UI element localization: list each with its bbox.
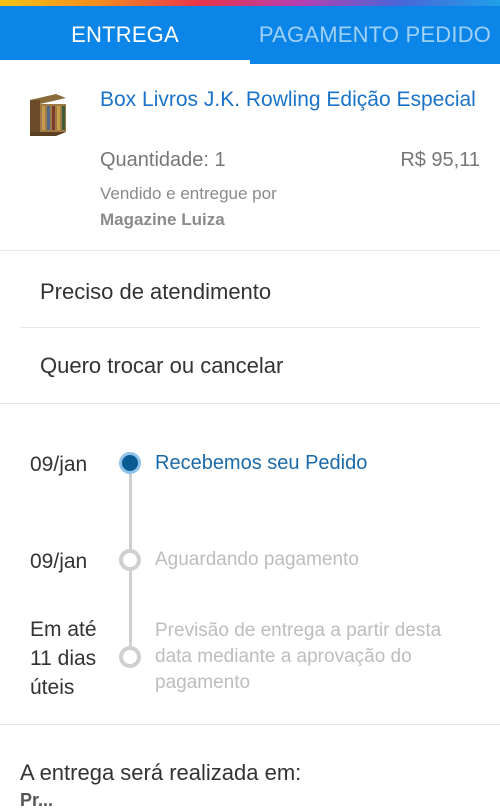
timeline-step-label: Aguardando pagamento: [155, 549, 359, 570]
step-pending-dot: [119, 646, 141, 668]
divider: [20, 327, 480, 328]
timeline-date-line: Em até: [30, 618, 97, 641]
delivery-heading: A entrega será realizada em:: [20, 760, 302, 785]
timeline-step-label: Recebemos seu Pedido: [155, 452, 368, 474]
timeline-date: 09/jan: [30, 550, 88, 573]
tab-pagamento-pedido[interactable]: PAGAMENTO PEDIDO: [250, 6, 500, 64]
product-price: R$ 95,11: [400, 149, 480, 171]
delivery-address: Pr...: [20, 790, 54, 810]
tab-entrega[interactable]: ENTREGA: [0, 6, 250, 64]
divider: [0, 724, 500, 725]
seller-label: Vendido e entregue por: [100, 184, 277, 203]
need-support-option[interactable]: Preciso de atendimento: [40, 279, 271, 305]
step-done-dot: [119, 452, 141, 474]
timeline-step-label: Previsão de entrega a partir desta data …: [155, 620, 442, 693]
product-quantity: Quantidade: 1: [100, 149, 226, 171]
book-box-thumbnail[interactable]: [26, 92, 70, 138]
timeline-date-line: úteis: [30, 676, 75, 699]
order-tabs: ENTREGA PAGAMENTO PEDIDO: [0, 6, 500, 64]
step-pending-dot: [119, 549, 141, 571]
timeline-date: 09/jan: [30, 453, 88, 476]
timeline-date-line: 11 dias: [30, 647, 97, 670]
exchange-cancel-option[interactable]: Quero trocar ou cancelar: [40, 353, 283, 379]
product-title[interactable]: Box Livros J.K. Rowling Edição Especial: [100, 86, 480, 113]
seller-name: Magazine Luiza: [100, 210, 225, 229]
